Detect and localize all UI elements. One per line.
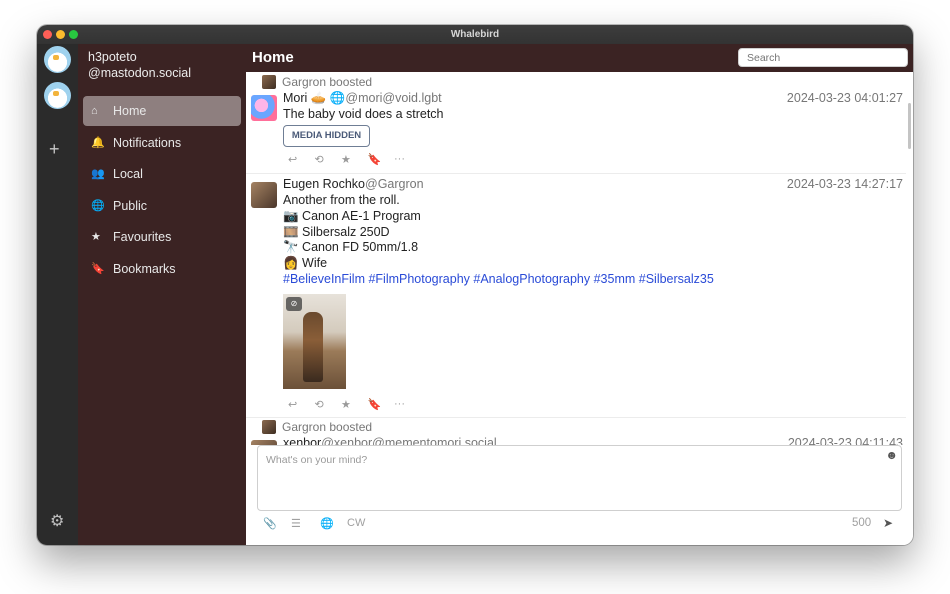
avatar[interactable] bbox=[251, 182, 277, 208]
star-icon: ★ bbox=[91, 231, 101, 244]
app-window: Whalebird + ⚙ h3poteto @mastodon.social … bbox=[37, 25, 913, 545]
bookmark-icon: 🔖 bbox=[91, 262, 105, 275]
reply-icon[interactable]: ↩ bbox=[288, 398, 315, 411]
title-bar: Whalebird bbox=[37, 25, 913, 44]
character-count: 500 bbox=[852, 517, 872, 529]
sidebar-item-home[interactable]: ⌂ Home bbox=[83, 96, 241, 126]
account-domain: @mastodon.social bbox=[88, 66, 192, 80]
author-handle: @xenbor@mementomori.social bbox=[321, 436, 497, 445]
avatar[interactable] bbox=[251, 95, 277, 121]
sidebar-item-label: Public bbox=[113, 198, 148, 213]
favourite-icon[interactable]: ★ bbox=[341, 398, 368, 411]
sidebar-nav: ⌂ Home 🔔 Notifications 👥 Local 🌐 Public … bbox=[83, 96, 241, 286]
sidebar-item-bookmarks[interactable]: 🔖 Bookmarks bbox=[83, 254, 241, 284]
account-avatar-secondary[interactable] bbox=[44, 82, 71, 109]
send-icon[interactable]: ➤ bbox=[883, 516, 893, 530]
boost-indicator: Gargron boosted bbox=[262, 420, 372, 434]
zoom-window-button[interactable] bbox=[69, 30, 78, 39]
author-line[interactable]: Eugen Rochko@Gargron bbox=[283, 177, 424, 191]
more-icon[interactable]: ··· bbox=[394, 153, 421, 166]
bell-icon: 🔔 bbox=[91, 136, 105, 149]
scrollbar-thumb[interactable] bbox=[908, 103, 911, 149]
main-panel: Home Gargron boosted Mori 🥧 🌐@mori@void.… bbox=[246, 44, 913, 545]
favourite-icon[interactable]: ★ bbox=[341, 153, 368, 166]
attachment-icon[interactable]: 📎 bbox=[263, 517, 277, 530]
author-handle: @Gargron bbox=[365, 177, 424, 191]
sidebar: h3poteto @mastodon.social ⌂ Home 🔔 Notif… bbox=[78, 44, 246, 545]
author-handle: @mori@void.lgbt bbox=[345, 91, 442, 105]
bookmark-icon[interactable]: 🔖 bbox=[368, 398, 395, 411]
post-timestamp[interactable]: 2024-03-23 14:27:17 bbox=[787, 177, 903, 191]
author-name: Mori 🥧 🌐 bbox=[283, 91, 346, 105]
post-content: Another from the roll. 📷 Canon AE-1 Prog… bbox=[283, 193, 714, 288]
globe-icon: 🌐 bbox=[91, 199, 105, 212]
account-avatar-primary[interactable] bbox=[44, 46, 71, 73]
sidebar-item-label: Favourites bbox=[113, 230, 172, 245]
post-actions: ↩ ⟲ ★ 🔖 ··· bbox=[288, 153, 421, 166]
boost-icon[interactable]: ⟲ bbox=[315, 153, 342, 166]
visibility-globe-icon[interactable]: 🌐 bbox=[320, 517, 334, 530]
eye-slash-icon[interactable]: ⊘ bbox=[286, 297, 302, 311]
post-content: The baby void does a stretch bbox=[283, 107, 444, 121]
content-warning-button[interactable]: CW bbox=[347, 517, 365, 529]
sidebar-item-label: Bookmarks bbox=[113, 261, 176, 276]
media-hidden-button[interactable]: MEDIA HIDDEN bbox=[283, 125, 370, 147]
boost-icon[interactable]: ⟲ bbox=[315, 398, 342, 411]
reply-icon[interactable]: ↩ bbox=[288, 153, 315, 166]
booster-avatar bbox=[262, 420, 276, 434]
boosted-by-text: Gargron boosted bbox=[282, 420, 373, 434]
close-window-button[interactable] bbox=[43, 30, 52, 39]
sidebar-item-favourites[interactable]: ★ Favourites bbox=[83, 222, 241, 252]
sidebar-item-local[interactable]: 👥 Local bbox=[83, 159, 241, 189]
compose-placeholder: What's on your mind? bbox=[266, 454, 368, 466]
sidebar-item-public[interactable]: 🌐 Public bbox=[83, 191, 241, 221]
sidebar-item-notifications[interactable]: 🔔 Notifications bbox=[83, 128, 241, 158]
author-line[interactable]: xenbor@xenbor@mementomori.social bbox=[283, 436, 497, 445]
booster-avatar bbox=[262, 75, 276, 89]
search-input[interactable] bbox=[738, 48, 908, 67]
divider bbox=[246, 173, 906, 174]
add-account-button[interactable]: + bbox=[49, 140, 60, 158]
compose-box[interactable]: What's on your mind? ☻ bbox=[257, 445, 902, 511]
poll-icon[interactable]: ☰ bbox=[291, 517, 301, 530]
sidebar-item-label: Home bbox=[113, 104, 147, 118]
hashtags[interactable]: #BelieveInFilm #FilmPhotography #AnalogP… bbox=[283, 272, 714, 288]
post-actions: ↩ ⟲ ★ 🔖 ··· bbox=[288, 398, 421, 411]
compose-toolbar: 📎 ☰ 🌐 CW 500 ➤ bbox=[263, 515, 903, 535]
author-name: Eugen Rochko bbox=[283, 177, 366, 191]
bookmark-icon[interactable]: 🔖 bbox=[368, 153, 395, 166]
home-icon: ⌂ bbox=[91, 105, 98, 117]
users-icon: 👥 bbox=[91, 168, 105, 181]
sidebar-item-label: Local bbox=[113, 167, 143, 182]
author-line[interactable]: Mori 🥧 🌐@mori@void.lgbt bbox=[283, 91, 442, 106]
account-rail: + ⚙ bbox=[37, 44, 78, 545]
boosted-by-text: Gargron boosted bbox=[282, 75, 373, 89]
window-title: Whalebird bbox=[450, 29, 500, 40]
sidebar-item-label: Notifications bbox=[113, 135, 182, 150]
timeline-header: Home bbox=[246, 44, 913, 72]
divider bbox=[246, 417, 906, 418]
account-name: h3poteto bbox=[88, 50, 137, 64]
timeline[interactable]: Gargron boosted Mori 🥧 🌐@mori@void.lgbt … bbox=[246, 72, 913, 445]
minimize-window-button[interactable] bbox=[56, 30, 65, 39]
post-timestamp[interactable]: 2024-03-23 04:01:27 bbox=[787, 91, 903, 105]
boost-indicator: Gargron boosted bbox=[262, 75, 372, 89]
page-title: Home bbox=[252, 49, 294, 66]
content-line: 📷 Canon AE-1 Program bbox=[283, 208, 421, 223]
content-line: 🎞️ Silbersalz 250D bbox=[283, 224, 390, 239]
author-name: xenbor bbox=[283, 436, 322, 445]
attached-photo[interactable]: ⊘ bbox=[283, 294, 346, 389]
content-line: 🔭 Canon FD 50mm/1.8 bbox=[283, 240, 419, 255]
content-line: 👩 Wife bbox=[283, 256, 328, 271]
emoji-icon[interactable]: ☻ bbox=[885, 448, 898, 462]
settings-gear-icon[interactable]: ⚙ bbox=[50, 514, 64, 530]
more-icon[interactable]: ··· bbox=[394, 398, 421, 411]
post-timestamp[interactable]: 2024-03-23 04:11:43 bbox=[788, 436, 903, 445]
content-line: Another from the roll. bbox=[283, 193, 400, 207]
